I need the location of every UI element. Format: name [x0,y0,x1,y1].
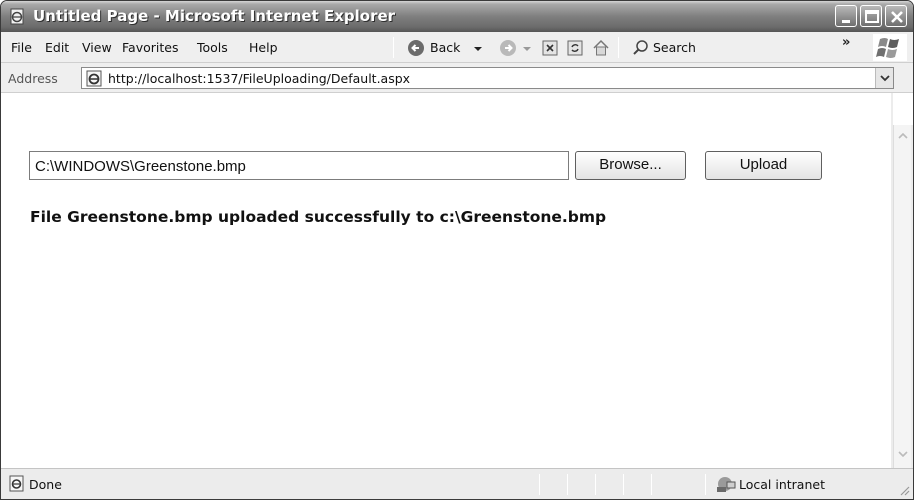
search-icon[interactable] [631,36,651,60]
vertical-scrollbar[interactable] [893,125,911,468]
scroll-down-icon[interactable] [896,447,910,461]
close-icon [891,11,903,23]
upload-button[interactable]: Upload [705,151,822,180]
menu-file[interactable]: File [11,40,32,55]
status-divider [623,474,624,495]
toolbar-overflow-chevron[interactable]: » [842,35,850,50]
menu-favorites[interactable]: Favorites [122,40,178,55]
status-divider [539,474,540,495]
status-bar: Done Local intranet [1,468,913,499]
stop-icon[interactable] [541,36,559,60]
ie-page-icon [9,475,24,492]
maximize-button[interactable] [860,5,882,27]
window-title: Untitled Page - Microsoft Internet Explo… [33,7,396,25]
address-dropdown-button[interactable] [875,68,893,88]
menu-tools[interactable]: Tools [197,40,228,55]
minimize-button[interactable] [835,5,857,27]
toolbar-separator [618,37,619,58]
refresh-icon[interactable] [566,36,584,60]
back-button-label[interactable]: Back [430,40,460,55]
browser-window: Untitled Page - Microsoft Internet Explo… [0,0,914,500]
close-button[interactable] [885,5,907,27]
resize-grip-icon[interactable] [898,484,910,496]
back-dropdown-icon[interactable] [473,36,483,60]
status-divider [567,474,568,495]
menu-view[interactable]: View [82,40,112,55]
file-path-input[interactable]: C:\WINDOWS\Greenstone.bmp [29,151,569,180]
status-divider [651,474,652,495]
scrollbar-top-spacer [893,93,913,125]
menu-help[interactable]: Help [249,40,278,55]
address-input[interactable]: http://localhost:1537/FileUploading/Defa… [81,67,894,89]
windows-logo-icon [873,34,907,61]
forward-arrow-icon[interactable] [498,36,518,60]
address-label: Address [8,71,58,86]
ie-page-icon [86,70,102,87]
local-intranet-icon [717,477,736,492]
toolbar-separator [393,37,394,58]
upload-status-message: File Greenstone.bmp uploaded successfull… [30,208,607,226]
address-url[interactable]: http://localhost:1537/FileUploading/Defa… [108,71,410,86]
status-divider [595,474,596,495]
menu-toolbar-row: File Edit View Favorites Tools Help Back [1,32,913,63]
page-content-area [1,93,891,468]
status-divider [705,474,706,495]
page-icon [10,8,24,25]
security-zone-label: Local intranet [739,477,825,492]
address-bar-row: Address http://localhost:1537/FileUpload… [1,63,913,93]
file-path-value[interactable]: C:\WINDOWS\Greenstone.bmp [35,158,246,175]
menu-edit[interactable]: Edit [45,40,69,55]
title-bar: Untitled Page - Microsoft Internet Explo… [1,1,913,32]
search-button-label[interactable]: Search [653,40,696,55]
maximize-icon [865,10,879,23]
scroll-up-icon[interactable] [896,129,910,143]
minimize-icon [842,20,850,23]
back-arrow-icon[interactable] [406,36,426,60]
home-icon[interactable] [591,36,611,60]
browse-button[interactable]: Browse... [575,151,686,180]
chevron-down-icon [880,75,890,82]
status-text: Done [29,477,62,492]
forward-dropdown-icon[interactable] [522,36,532,60]
